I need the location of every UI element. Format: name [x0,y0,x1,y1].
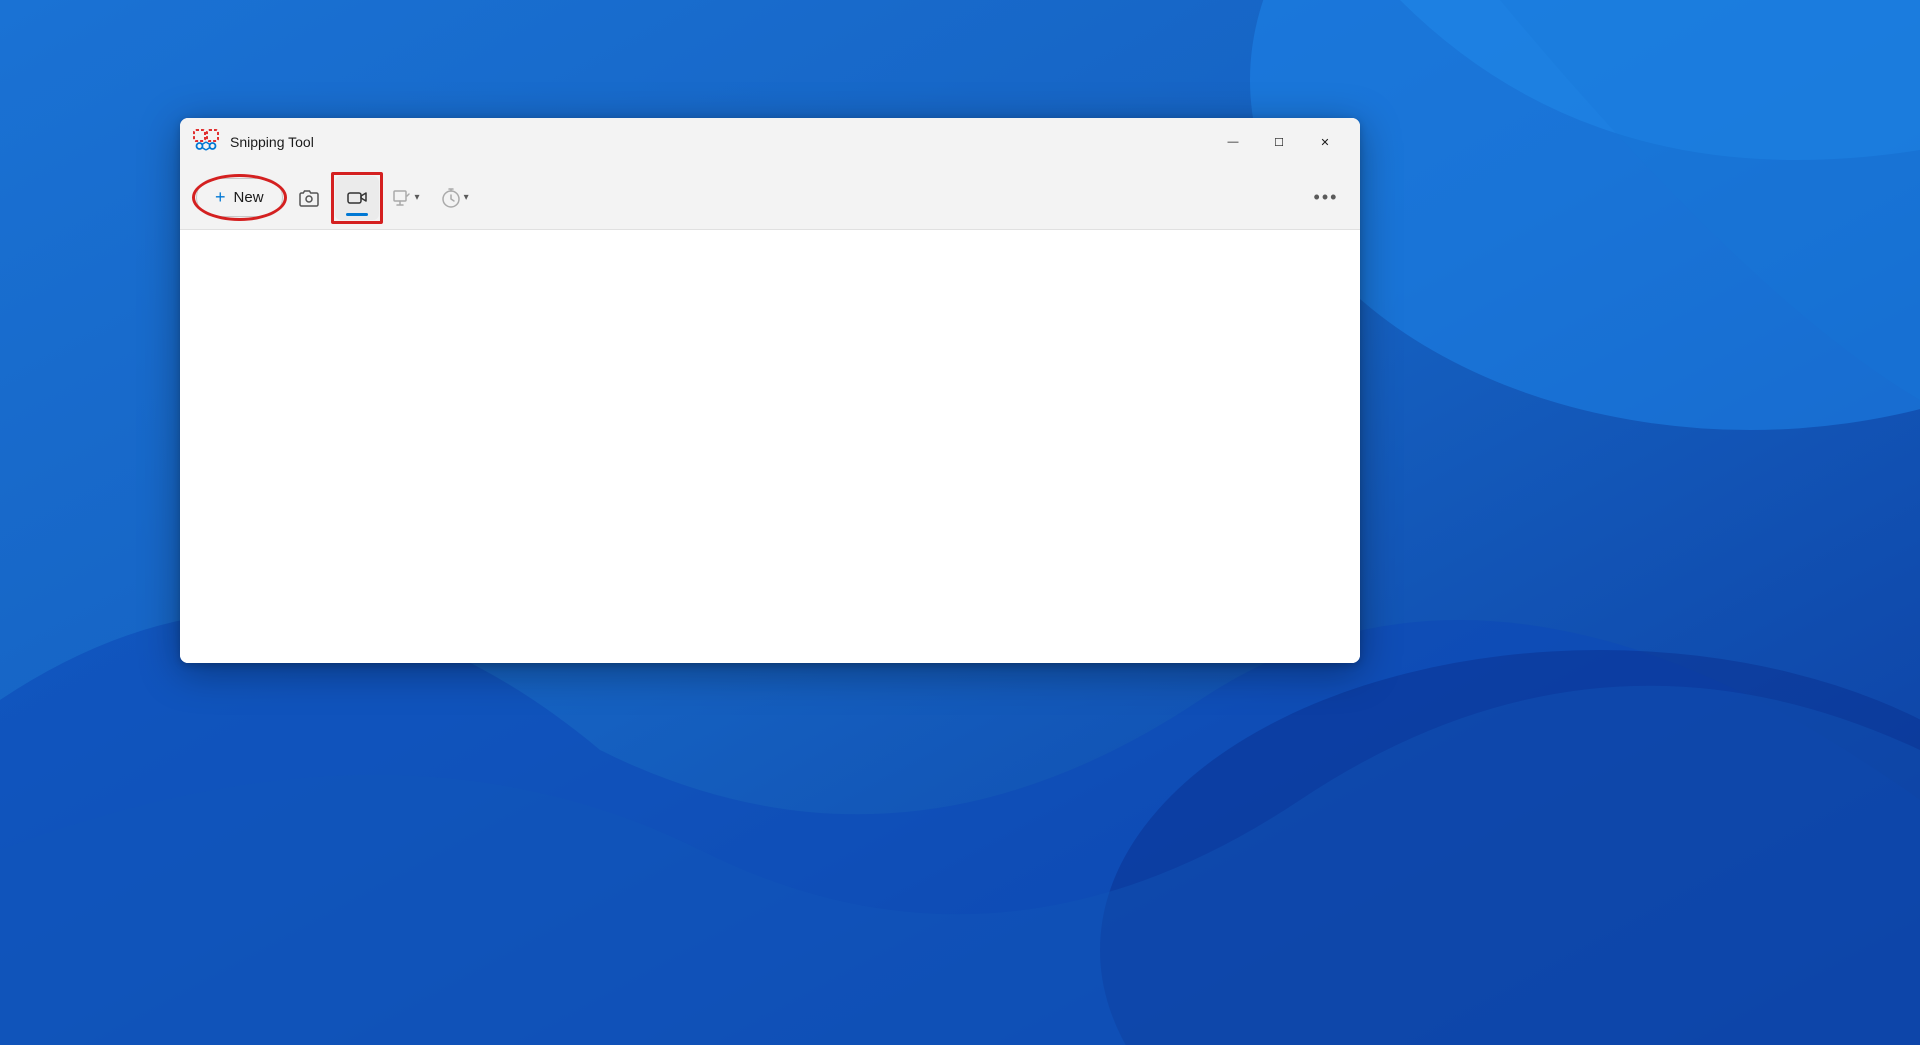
app-icon [192,128,220,156]
snipping-tool-window: Snipping Tool — ☐ ✕ + New [180,118,1360,663]
more-options-button[interactable]: ••• [1308,180,1344,216]
video-record-icon [346,187,368,209]
camera-icon [298,187,320,209]
close-button[interactable]: ✕ [1302,126,1348,158]
timer-dropdown-icon: ▾ [464,192,469,203]
screenshot-button[interactable] [287,176,331,220]
content-area [180,230,1360,663]
video-record-button[interactable] [335,176,379,220]
window-title: Snipping Tool [230,134,1210,150]
selected-indicator [346,213,368,216]
snip-mode-dropdown-icon: ▾ [415,192,420,203]
timer-icon [440,187,462,209]
snip-mode-button[interactable]: ▾ [383,176,428,220]
toolbar: + New ▾ [180,166,1360,230]
new-button[interactable]: + New [196,178,283,217]
window-controls: — ☐ ✕ [1210,126,1348,158]
minimize-button[interactable]: — [1210,126,1256,158]
title-bar: Snipping Tool — ☐ ✕ [180,118,1360,166]
new-button-label: New [234,189,264,206]
snip-mode-icon [391,187,413,209]
timer-button[interactable]: ▾ [432,176,477,220]
plus-icon: + [215,187,226,208]
maximize-button[interactable]: ☐ [1256,126,1302,158]
